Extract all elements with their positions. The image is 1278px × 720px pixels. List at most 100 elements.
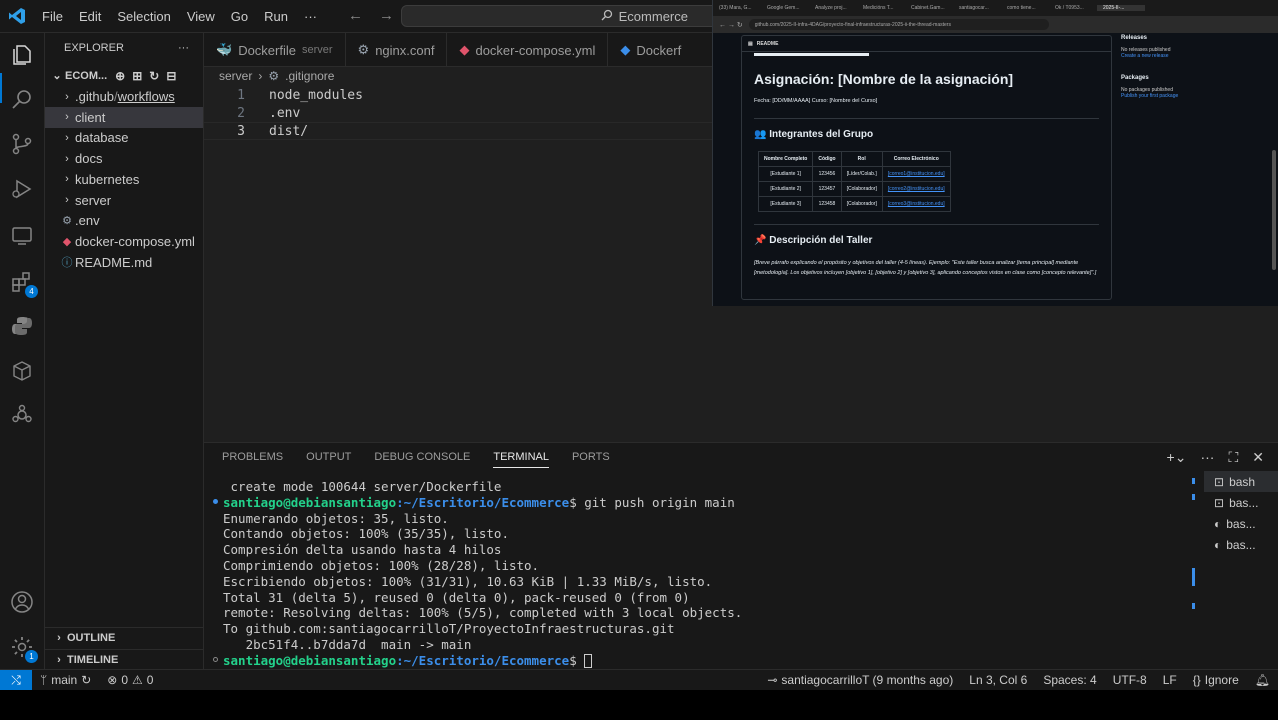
tab-problems[interactable]: PROBLEMS (222, 451, 283, 468)
publish-package-link[interactable]: Publish your first package (1121, 93, 1271, 99)
command-decoration-icon[interactable] (213, 657, 218, 662)
breadcrumb-folder[interactable]: server (219, 69, 252, 83)
containers-icon[interactable] (9, 358, 35, 384)
tree-item-kubernetes[interactable]: › kubernetes (45, 169, 203, 190)
search-text: Ecommerce (618, 8, 688, 24)
browser-tab[interactable]: Google Gem... (761, 5, 809, 11)
browser-tab[interactable]: 2025-II-... (1097, 5, 1145, 11)
forward-arrow-icon[interactable]: → (379, 7, 394, 24)
email-link[interactable]: [correo3@institucion.edu] (888, 201, 945, 207)
tab-docker-compose[interactable]: ◆ docker-compose.yml (447, 33, 609, 67)
search-view-icon[interactable] (9, 86, 35, 112)
explorer-actions-icons[interactable]: ⊕⊞↻⊟ (115, 69, 183, 83)
gear-file-icon: ⚙ (357, 42, 370, 57)
browser-tab[interactable]: Analyze proj... (809, 5, 857, 11)
line-number: 1 (237, 87, 245, 103)
menu-view[interactable]: View (179, 9, 223, 24)
email-link-cell[interactable]: [correo2@institucion.edu] (881, 181, 951, 197)
email-link-cell[interactable]: [correo3@institucion.edu] (881, 196, 951, 212)
table-row: [Estudiante 2] 123457 [Colaborador] [correo… (757, 181, 951, 197)
menu-go[interactable]: Go (223, 9, 256, 24)
tab-terminal[interactable]: TERMINAL (493, 451, 549, 468)
browser-tab[interactable]: Cabinet.Gam... (905, 5, 953, 11)
git-blame[interactable]: ⊸ santiagocarrilloT (9 months ago) (759, 673, 961, 687)
docker-icon[interactable] (9, 402, 35, 428)
code-editor[interactable]: server › ⚙ .gitignore 1 node_modules 2 .… (204, 67, 712, 442)
line-number: 3 (237, 123, 245, 139)
tab-output[interactable]: OUTPUT (306, 451, 351, 468)
browser-tab[interactable]: (33) Mara, G... (713, 5, 761, 11)
cursor-position[interactable]: Ln 3, Col 6 (961, 673, 1035, 687)
extensions-icon[interactable]: 4 (9, 269, 38, 298)
tree-item-github[interactable]: › .github / workflows (45, 86, 203, 107)
command-center-search[interactable]: Ecommerce (401, 5, 719, 27)
maximize-panel-icon[interactable]: ⛶ (1228, 449, 1238, 466)
explorer-more-icon[interactable]: ··· (178, 42, 189, 54)
tab-ports[interactable]: PORTS (572, 451, 610, 468)
chevron-right-icon: › (65, 90, 69, 103)
activity-bar: 4 1 (0, 33, 45, 669)
tab-debug-console[interactable]: DEBUG CONSOLE (374, 451, 470, 468)
menu-file[interactable]: File (34, 9, 71, 24)
command-decoration-icon[interactable] (213, 499, 218, 504)
run-debug-icon[interactable] (9, 176, 35, 202)
python-icon[interactable] (9, 313, 35, 339)
terminal-instance[interactable]: ⊡ bash (1204, 471, 1278, 492)
terminal-instance-label: bas... (1229, 495, 1259, 510)
breadcrumb-file[interactable]: .gitignore (285, 69, 334, 83)
accounts-icon[interactable] (9, 589, 35, 615)
prompt-user: santiago@debiansantiago (223, 494, 397, 510)
new-terminal-plus-icon[interactable]: +⌄ (1167, 449, 1187, 466)
terminal-instance[interactable]: ◐ bas... (1204, 513, 1278, 534)
browser-nav-icons[interactable]: ← → ↻ (719, 21, 743, 29)
tab-dockerfile-2[interactable]: ◆ Dockerf (608, 33, 693, 67)
notifications-bell-icon[interactable]: 🔔︎ (1247, 673, 1278, 687)
timeline-section[interactable]: › TIMELINE (45, 649, 203, 670)
tree-item-database[interactable]: › database (45, 127, 203, 148)
menu-run[interactable]: Run (256, 9, 296, 24)
workspace-root[interactable]: ⌄ ECOM... ⊕⊞↻⊟ (45, 65, 203, 86)
back-arrow-icon[interactable]: ← (348, 7, 363, 24)
menu-more[interactable]: ··· (296, 9, 325, 24)
browser-tab[interactable]: santiagocar... (953, 5, 1001, 11)
outline-section[interactable]: › OUTLINE (45, 627, 203, 648)
tree-item-env[interactable]: ⚙ .env (45, 210, 203, 231)
remote-explorer-icon[interactable] (9, 223, 35, 249)
browser-tab[interactable]: Ok / T0953... (1049, 5, 1097, 11)
tree-item-subfolder[interactable]: workflows (118, 89, 175, 104)
close-panel-icon[interactable]: ✕ (1252, 449, 1264, 466)
end-of-line[interactable]: LF (1155, 673, 1185, 687)
browser-url[interactable]: github.com/2025-II-infra-4DAG/proyecto-f… (748, 19, 1049, 30)
browser-tab[interactable]: Medicións T... (857, 5, 905, 11)
tree-item-readme-md[interactable]: ⓘ README.md (45, 252, 203, 273)
tree-item-docker-compose-yml[interactable]: ◆ docker-compose.yml (45, 231, 203, 252)
email-link-cell[interactable]: [correo1@institucion.edu] (881, 166, 951, 182)
manage-gear-icon[interactable]: 1 (9, 634, 38, 663)
bottom-panel: PROBLEMS OUTPUT DEBUG CONSOLE TERMINAL P… (204, 442, 1278, 669)
browser-tab[interactable]: como tiene... (1001, 5, 1049, 11)
problems-indicator[interactable]: ⊗ 0 ⚠ 0 (99, 673, 161, 687)
terminal-output[interactable]: create mode 100644 server/Dockerfile san… (223, 479, 742, 669)
email-link[interactable]: [correo1@institucion.edu] (888, 171, 945, 177)
tab-dockerfile-server[interactable]: 🐳 Dockerfile server (204, 33, 346, 67)
tree-item-docs[interactable]: › docs (45, 148, 203, 169)
more-actions-icon[interactable]: ··· (1200, 449, 1214, 466)
explorer-files-icon[interactable] (9, 42, 35, 68)
tree-item-client[interactable]: › client (45, 106, 203, 128)
menu-edit[interactable]: Edit (71, 9, 109, 24)
remote-indicator-icon[interactable]: ⤭ (0, 669, 32, 691)
browser-scrollbar[interactable] (1272, 150, 1276, 270)
menu-selection[interactable]: Selection (109, 9, 178, 24)
chevron-right-icon: › (57, 654, 61, 666)
indentation[interactable]: Spaces: 4 (1035, 673, 1104, 687)
readme-panel: ▤ README Asignación: [Nombre de la asign… (741, 35, 1112, 300)
language-mode[interactable]: {} Ignore (1185, 673, 1247, 687)
source-control-icon[interactable] (9, 131, 35, 157)
tree-item-server[interactable]: › server (45, 190, 203, 211)
terminal-instance[interactable]: ⊡ bas... (1204, 492, 1278, 513)
tab-nginx-conf[interactable]: ⚙ nginx.conf (346, 33, 448, 67)
encoding[interactable]: UTF-8 (1105, 673, 1155, 687)
email-link[interactable]: [correo2@institucion.edu] (888, 186, 945, 192)
terminal-instance[interactable]: ◐ bas... (1204, 534, 1278, 555)
branch-indicator[interactable]: ᛘ main ↻ (32, 673, 99, 687)
